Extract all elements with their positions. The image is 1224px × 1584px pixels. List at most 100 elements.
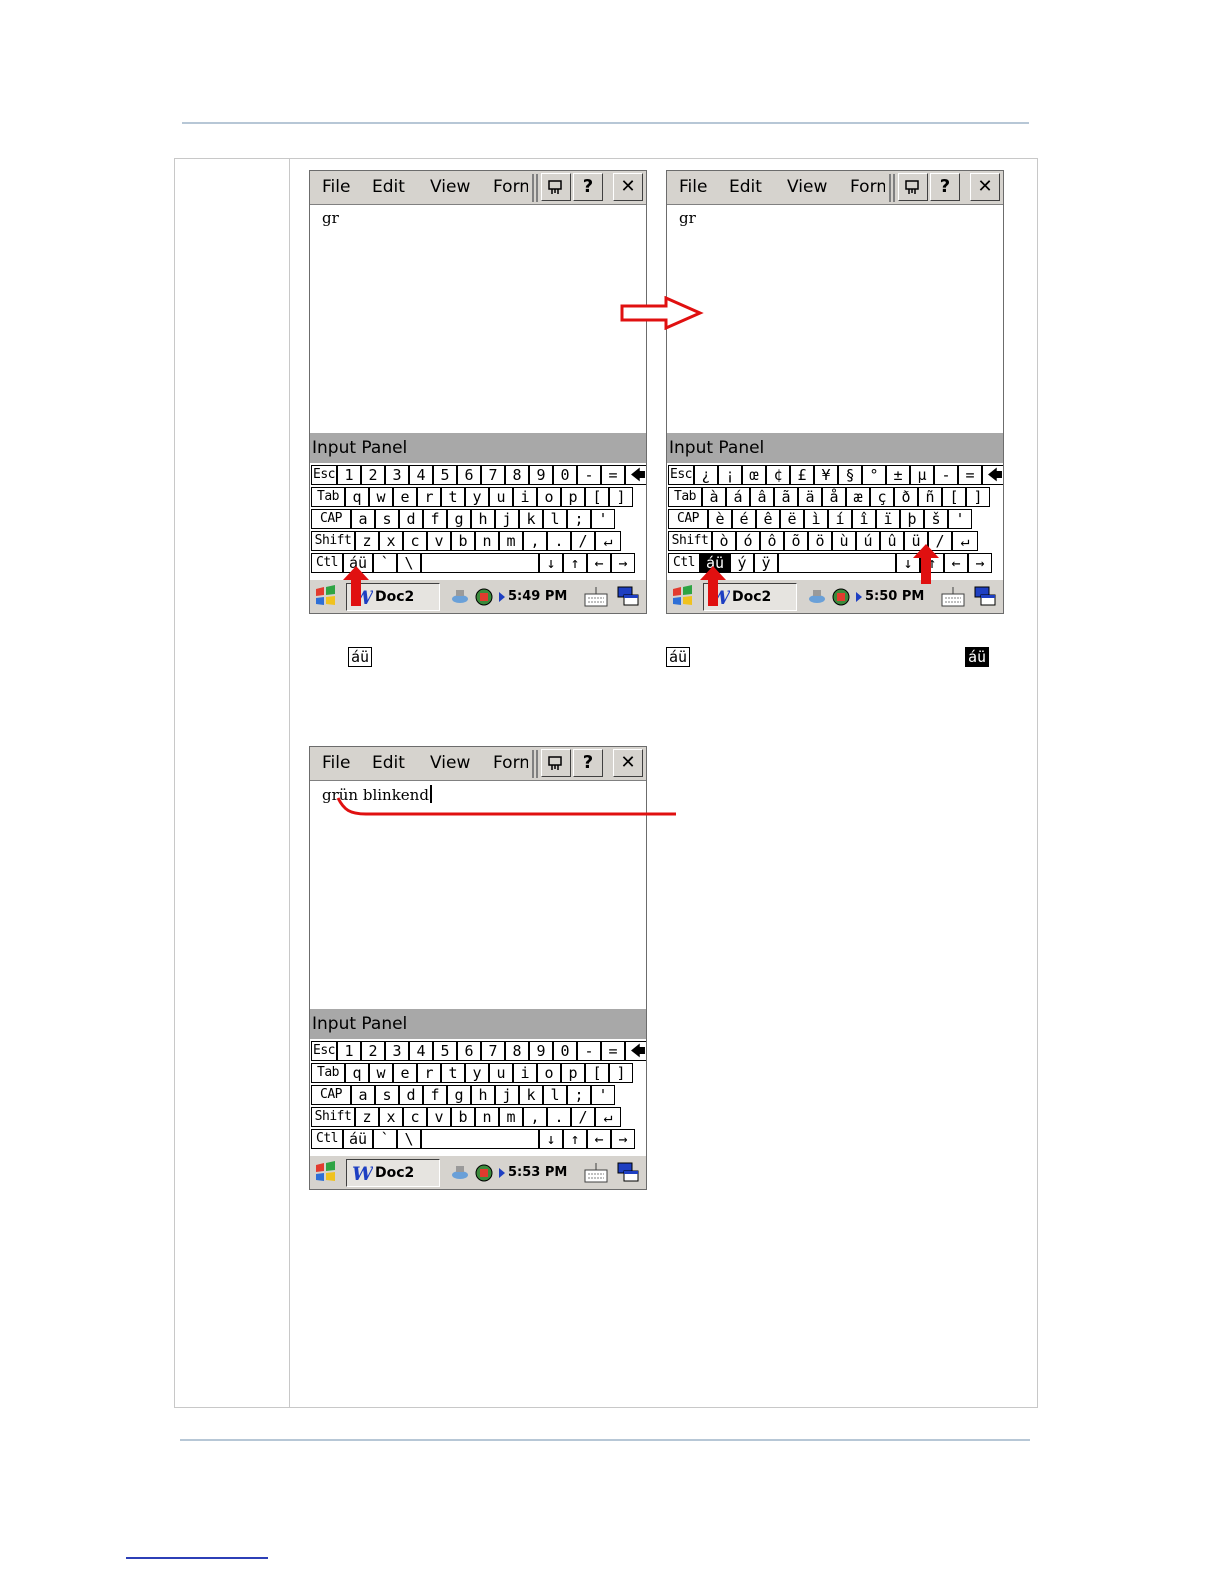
key-1-1[interactable]: à xyxy=(702,487,726,507)
menu-format[interactable]: Format xyxy=(493,177,528,197)
key-2-0[interactable]: CAP xyxy=(668,509,708,529)
key-3-4[interactable]: õ xyxy=(784,531,808,551)
key-0-6[interactable]: 6 xyxy=(457,1041,481,1061)
key-1-3[interactable]: â xyxy=(750,487,774,507)
menu-view[interactable]: View xyxy=(787,177,827,197)
key-0-2[interactable]: ¡ xyxy=(718,465,742,485)
key-4-3[interactable]: \ xyxy=(397,553,421,573)
key-4-3[interactable]: ÿ xyxy=(754,553,778,573)
key-2-10[interactable]: š xyxy=(924,509,948,529)
key-3-2[interactable]: ó xyxy=(736,531,760,551)
key-1-0[interactable]: Tab xyxy=(668,487,702,507)
key-0-4[interactable]: 4 xyxy=(409,465,433,485)
key-0-9[interactable]: ± xyxy=(886,465,910,485)
key-1-10[interactable]: p xyxy=(561,1063,585,1083)
key-4-7[interactable]: ← xyxy=(587,1129,611,1149)
key-2-4[interactable]: ë xyxy=(780,509,804,529)
key-1-8[interactable]: ç xyxy=(870,487,894,507)
key-0-5[interactable]: £ xyxy=(790,465,814,485)
key-2-7[interactable]: î xyxy=(852,509,876,529)
key-3-11[interactable]: ↵ xyxy=(952,531,978,551)
spacebar-key[interactable] xyxy=(421,553,539,573)
key-0-8[interactable]: 8 xyxy=(505,465,529,485)
toolbar-grip[interactable] xyxy=(532,750,538,778)
windows-switch-icon[interactable] xyxy=(616,585,640,609)
key-3-8[interactable]: , xyxy=(523,1107,547,1127)
document-text[interactable]: gr xyxy=(679,209,696,227)
key-4-5[interactable]: ↓ xyxy=(539,553,563,573)
spacebar-key[interactable] xyxy=(778,553,896,573)
document-text[interactable]: gr xyxy=(322,209,339,227)
key-3-3[interactable]: c xyxy=(403,1107,427,1127)
key-2-11[interactable]: ' xyxy=(591,1085,615,1105)
key-4-8[interactable]: → xyxy=(611,553,635,573)
key-0-6[interactable]: 6 xyxy=(457,465,481,485)
key-0-11[interactable]: - xyxy=(577,1041,601,1061)
input-method-button[interactable] xyxy=(541,749,571,777)
key-0-9[interactable]: 9 xyxy=(529,465,553,485)
key-3-8[interactable]: û xyxy=(880,531,904,551)
key-0-2[interactable]: 2 xyxy=(361,1041,385,1061)
key-3-9[interactable]: . xyxy=(547,1107,571,1127)
key-1-10[interactable]: p xyxy=(561,487,585,507)
key-1-11[interactable]: [ xyxy=(585,1063,609,1083)
key-0-0[interactable]: Esc xyxy=(311,1041,337,1061)
help-button[interactable]: ? xyxy=(930,173,960,201)
key-1-10[interactable]: ñ xyxy=(918,487,942,507)
key-1-6[interactable]: y xyxy=(465,487,489,507)
key-1-2[interactable]: w xyxy=(369,487,393,507)
input-method-button[interactable] xyxy=(898,173,928,201)
key-4-7[interactable]: ← xyxy=(587,553,611,573)
key-2-5[interactable]: ì xyxy=(804,509,828,529)
key-3-2[interactable]: x xyxy=(379,531,403,551)
menu-view[interactable]: View xyxy=(430,177,470,197)
key-1-0[interactable]: Tab xyxy=(311,1063,345,1083)
key-4-0[interactable]: Ctl xyxy=(311,553,343,573)
key-3-6[interactable]: n xyxy=(475,1107,499,1127)
key-3-0[interactable]: Shift xyxy=(668,531,712,551)
key-1-9[interactable]: ð xyxy=(894,487,918,507)
key-4-0[interactable]: Ctl xyxy=(668,553,700,573)
tray-expand-icon[interactable] xyxy=(498,591,506,603)
key-1-3[interactable]: e xyxy=(393,487,417,507)
key-3-3[interactable]: ô xyxy=(760,531,784,551)
key-4-8[interactable]: → xyxy=(611,1129,635,1149)
key-3-6[interactable]: n xyxy=(475,531,499,551)
key-3-4[interactable]: v xyxy=(427,531,451,551)
key-2-11[interactable]: ' xyxy=(948,509,972,529)
key-2-8[interactable]: k xyxy=(519,509,543,529)
key-3-11[interactable]: ↵ xyxy=(595,531,621,551)
start-button[interactable] xyxy=(313,583,341,611)
key-0-11[interactable]: - xyxy=(577,465,601,485)
key-3-7[interactable]: ú xyxy=(856,531,880,551)
clock[interactable]: 5:50 PM xyxy=(865,589,924,604)
key-3-8[interactable]: , xyxy=(523,531,547,551)
key-1-8[interactable]: i xyxy=(513,487,537,507)
key-3-0[interactable]: Shift xyxy=(311,531,355,551)
key-4-8[interactable]: → xyxy=(968,553,992,573)
taskbar-doc-button[interactable]: W Doc2 xyxy=(346,1159,440,1187)
key-1-7[interactable]: u xyxy=(489,487,513,507)
tray-expand-icon[interactable] xyxy=(498,1167,506,1179)
key-0-5[interactable]: 5 xyxy=(433,465,457,485)
key-0-10[interactable]: µ xyxy=(910,465,934,485)
key-2-10[interactable]: ; xyxy=(567,509,591,529)
key-1-3[interactable]: e xyxy=(393,1063,417,1083)
key-3-5[interactable]: b xyxy=(451,531,475,551)
connection-icon[interactable] xyxy=(807,587,827,607)
key-3-11[interactable]: ↵ xyxy=(595,1107,621,1127)
key-2-1[interactable]: è xyxy=(708,509,732,529)
key-3-1[interactable]: ò xyxy=(712,531,736,551)
key-0-9[interactable]: 9 xyxy=(529,1041,553,1061)
key-2-8[interactable]: k xyxy=(519,1085,543,1105)
key-1-0[interactable]: Tab xyxy=(311,487,345,507)
key-4-5[interactable]: ↓ xyxy=(539,1129,563,1149)
key-0-8[interactable]: 8 xyxy=(505,1041,529,1061)
connection-icon[interactable] xyxy=(450,1163,470,1183)
key-4-2[interactable]: ý xyxy=(730,553,754,573)
key-0-1[interactable]: ¿ xyxy=(694,465,718,485)
key-2-3[interactable]: ê xyxy=(756,509,780,529)
key-3-3[interactable]: c xyxy=(403,531,427,551)
key-2-2[interactable]: é xyxy=(732,509,756,529)
key-1-8[interactable]: i xyxy=(513,1063,537,1083)
